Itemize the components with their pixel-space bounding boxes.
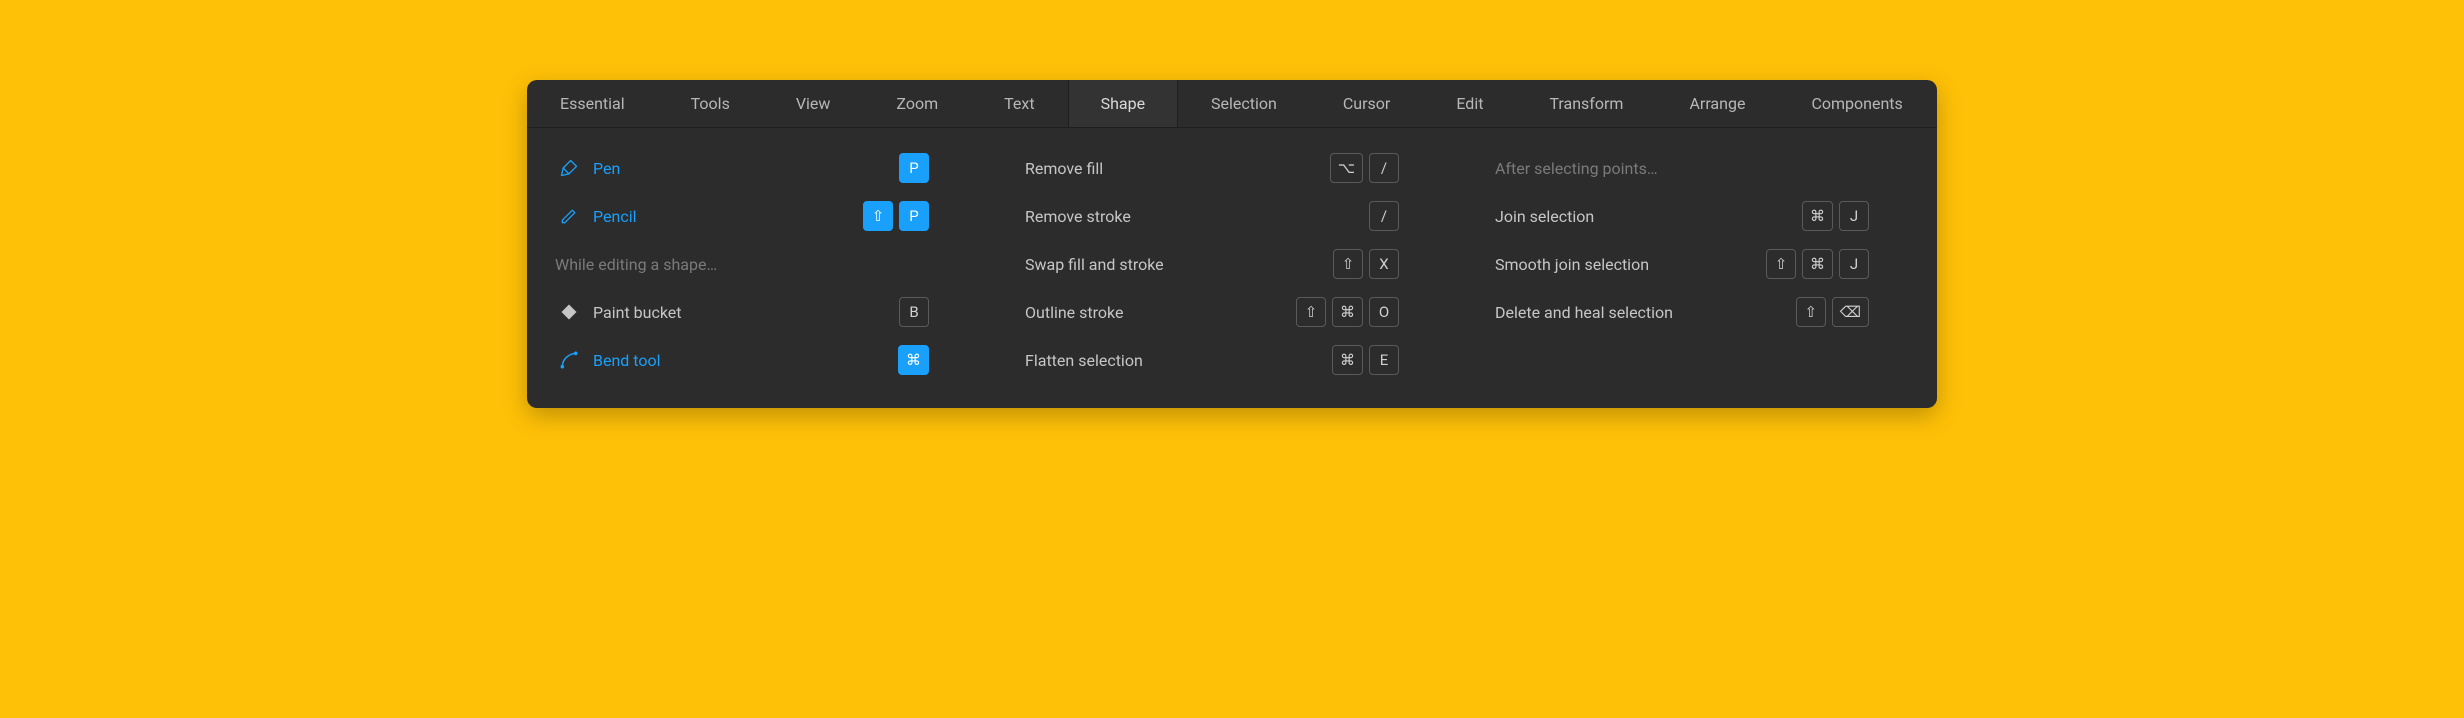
shortcut-paint-bucket[interactable]: Paint bucket B bbox=[547, 288, 977, 336]
column-2: Remove fill ⌥ / Remove stroke / Swap fil… bbox=[997, 144, 1467, 384]
shortcut-label: Delete and heal selection bbox=[1495, 303, 1796, 322]
key-shift: ⇧ bbox=[1333, 249, 1363, 279]
key: / bbox=[1369, 153, 1399, 183]
shortcut-label: Flatten selection bbox=[1025, 351, 1332, 370]
section-heading-after-selecting-points: After selecting points… bbox=[1487, 144, 1917, 192]
shortcut-join-selection[interactable]: Join selection ⌘ J bbox=[1487, 192, 1917, 240]
shortcut-keys: ⇧ ⌘ O bbox=[1296, 297, 1399, 327]
shortcut-keys: ⌘ E bbox=[1332, 345, 1399, 375]
key: J bbox=[1839, 249, 1869, 279]
shortcut-label: Swap fill and stroke bbox=[1025, 255, 1333, 274]
tab-view[interactable]: View bbox=[763, 80, 864, 127]
key-option: ⌥ bbox=[1330, 153, 1363, 183]
key: X bbox=[1369, 249, 1399, 279]
shortcut-outline-stroke[interactable]: Outline stroke ⇧ ⌘ O bbox=[1017, 288, 1447, 336]
bend-tool-icon bbox=[555, 350, 583, 370]
tab-label: Components bbox=[1811, 94, 1902, 113]
shortcut-label: Paint bucket bbox=[593, 303, 899, 322]
shortcut-label: Remove stroke bbox=[1025, 207, 1369, 226]
tab-zoom[interactable]: Zoom bbox=[863, 80, 971, 127]
shortcut-keys: ⇧ P bbox=[863, 201, 929, 231]
tab-label: Shape bbox=[1101, 94, 1145, 113]
heading-label: While editing a shape… bbox=[555, 255, 929, 274]
key: P bbox=[899, 153, 929, 183]
key: / bbox=[1369, 201, 1399, 231]
shortcut-keys: B bbox=[899, 297, 929, 327]
key-shift: ⇧ bbox=[863, 201, 893, 231]
key-shift: ⇧ bbox=[1766, 249, 1796, 279]
tab-bar: Essential Tools View Zoom Text Shape Sel… bbox=[527, 80, 1937, 128]
tab-tools[interactable]: Tools bbox=[658, 80, 763, 127]
shortcut-label: Join selection bbox=[1495, 207, 1802, 226]
tab-label: Cursor bbox=[1343, 94, 1390, 113]
shortcut-flatten-selection[interactable]: Flatten selection ⌘ E bbox=[1017, 336, 1447, 384]
tab-cursor[interactable]: Cursor bbox=[1310, 80, 1423, 127]
tab-label: Transform bbox=[1549, 94, 1623, 113]
tab-edit[interactable]: Edit bbox=[1423, 80, 1516, 127]
tab-arrange[interactable]: Arrange bbox=[1656, 80, 1778, 127]
key-cmd: ⌘ bbox=[1802, 249, 1833, 279]
shortcut-bend-tool[interactable]: Bend tool ⌘ bbox=[547, 336, 977, 384]
key-shift: ⇧ bbox=[1796, 297, 1826, 327]
tab-label: Arrange bbox=[1689, 94, 1745, 113]
shortcut-pencil[interactable]: Pencil ⇧ P bbox=[547, 192, 977, 240]
key-cmd: ⌘ bbox=[1802, 201, 1833, 231]
shortcut-keys: ⇧ ⌘ J bbox=[1766, 249, 1869, 279]
shortcut-swap-fill-stroke[interactable]: Swap fill and stroke ⇧ X bbox=[1017, 240, 1447, 288]
shortcut-label: Pencil bbox=[593, 207, 863, 226]
pencil-icon bbox=[555, 206, 583, 226]
shortcuts-content: Pen P Pencil ⇧ P While editing a shape… bbox=[527, 128, 1937, 408]
key-cmd: ⌘ bbox=[1332, 345, 1363, 375]
shortcut-delete-heal-selection[interactable]: Delete and heal selection ⇧ ⌫ bbox=[1487, 288, 1917, 336]
tab-label: Edit bbox=[1456, 94, 1483, 113]
shortcut-remove-stroke[interactable]: Remove stroke / bbox=[1017, 192, 1447, 240]
shortcut-smooth-join-selection[interactable]: Smooth join selection ⇧ ⌘ J bbox=[1487, 240, 1917, 288]
tab-label: Selection bbox=[1211, 94, 1277, 113]
tab-label: Essential bbox=[560, 94, 625, 113]
section-heading-editing-shape: While editing a shape… bbox=[547, 240, 977, 288]
tab-components[interactable]: Components bbox=[1778, 80, 1935, 127]
tab-label: Text bbox=[1004, 94, 1034, 113]
heading-label: After selecting points… bbox=[1495, 159, 1869, 178]
tab-label: Tools bbox=[691, 94, 730, 113]
key-backspace: ⌫ bbox=[1832, 297, 1869, 327]
key: P bbox=[899, 201, 929, 231]
tab-shape[interactable]: Shape bbox=[1068, 80, 1178, 127]
shortcut-label: Bend tool bbox=[593, 351, 898, 370]
tab-essential[interactable]: Essential bbox=[527, 80, 658, 127]
shortcut-label: Smooth join selection bbox=[1495, 255, 1766, 274]
shortcut-keys: / bbox=[1369, 201, 1399, 231]
tab-label: View bbox=[796, 94, 831, 113]
key: E bbox=[1369, 345, 1399, 375]
tab-label: Zoom bbox=[896, 94, 938, 113]
column-3: After selecting points… Join selection ⌘… bbox=[1467, 144, 1937, 384]
pen-icon bbox=[555, 158, 583, 178]
key: O bbox=[1369, 297, 1399, 327]
shortcut-remove-fill[interactable]: Remove fill ⌥ / bbox=[1017, 144, 1447, 192]
shortcut-keys: ⌥ / bbox=[1330, 153, 1399, 183]
shortcut-keys: ⌘ J bbox=[1802, 201, 1869, 231]
paint-bucket-icon bbox=[555, 302, 583, 322]
shortcut-label: Remove fill bbox=[1025, 159, 1330, 178]
key: J bbox=[1839, 201, 1869, 231]
shortcut-keys: ⌘ bbox=[898, 345, 929, 375]
shortcut-label: Pen bbox=[593, 159, 899, 178]
shortcut-keys: P bbox=[899, 153, 929, 183]
shortcut-keys: ⇧ X bbox=[1333, 249, 1399, 279]
tab-text[interactable]: Text bbox=[971, 80, 1067, 127]
shortcuts-panel: Essential Tools View Zoom Text Shape Sel… bbox=[527, 80, 1937, 408]
tab-transform[interactable]: Transform bbox=[1516, 80, 1656, 127]
key-shift: ⇧ bbox=[1296, 297, 1326, 327]
shortcut-label: Outline stroke bbox=[1025, 303, 1296, 322]
key: B bbox=[899, 297, 929, 327]
column-1: Pen P Pencil ⇧ P While editing a shape… bbox=[527, 144, 997, 384]
shortcut-pen[interactable]: Pen P bbox=[547, 144, 977, 192]
tab-selection[interactable]: Selection bbox=[1178, 80, 1310, 127]
key-cmd: ⌘ bbox=[1332, 297, 1363, 327]
shortcut-keys: ⇧ ⌫ bbox=[1796, 297, 1869, 327]
key-cmd: ⌘ bbox=[898, 345, 929, 375]
